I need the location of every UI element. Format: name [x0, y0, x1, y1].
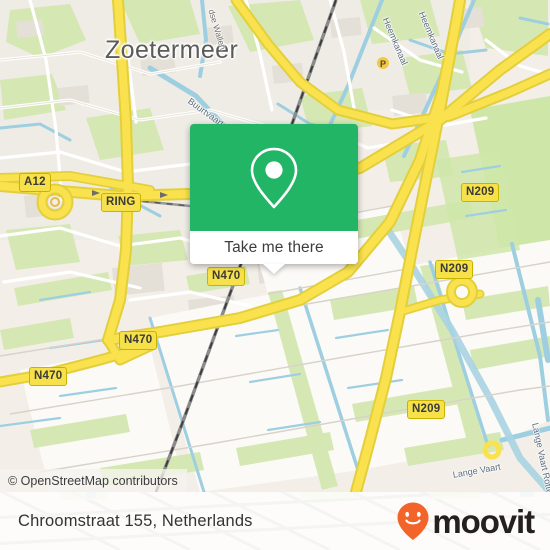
road-shield-n209-1[interactable]: N209	[461, 183, 500, 202]
moovit-logo[interactable]: moovit	[396, 501, 535, 541]
popup-tail-pointer	[263, 264, 285, 274]
road-shield-n470-3[interactable]: N470	[29, 367, 68, 386]
road-shield-ring[interactable]: RING	[101, 193, 141, 212]
moovit-pin-smiley-icon	[397, 502, 429, 540]
road-shield-n470-1[interactable]: N470	[207, 267, 246, 286]
popup-icon-area	[190, 124, 358, 231]
take-me-there-label: Take me there	[224, 238, 324, 256]
road-shield-a12[interactable]: A12	[19, 173, 51, 192]
address-label: Chroomstraat 155, Netherlands	[18, 511, 253, 530]
osm-attribution[interactable]: © OpenStreetMap contributors	[0, 469, 187, 492]
footer-bar: Chroomstraat 155, Netherlands moovit	[0, 492, 550, 550]
destination-popup-card[interactable]: Take me there	[190, 124, 358, 274]
road-shield-n470-2[interactable]: N470	[119, 331, 158, 350]
map-canvas[interactable]: P Zoetermeer Buurtvaart Heemkanaal Heemk…	[0, 0, 550, 492]
road-shield-n209-2[interactable]: N209	[435, 260, 474, 279]
svg-text:P: P	[380, 59, 386, 69]
map-pin-icon	[250, 147, 298, 208]
road-shield-n209-3[interactable]: N209	[407, 400, 446, 419]
popup-action-area[interactable]: Take me there	[190, 231, 358, 274]
moovit-map-screenshot: P Zoetermeer Buurtvaart Heemkanaal Heemk…	[0, 0, 550, 550]
moovit-wordmark: moovit	[432, 502, 535, 540]
footer-content: Chroomstraat 155, Netherlands moovit	[0, 492, 550, 550]
